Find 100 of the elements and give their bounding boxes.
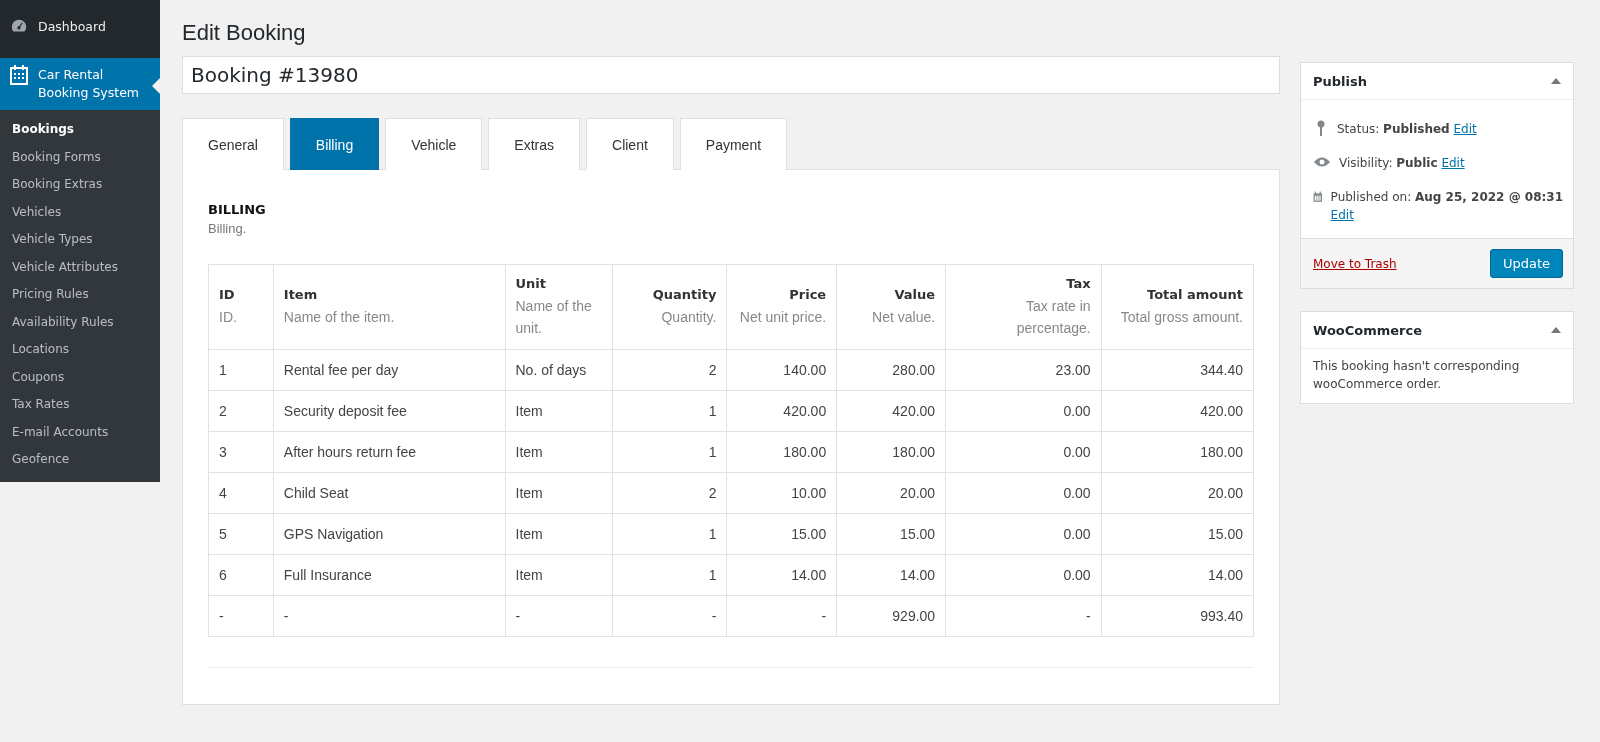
table-cell: 420.00 [1101, 390, 1254, 432]
table-cell: Item [505, 390, 613, 432]
edit-link[interactable]: Edit [1453, 122, 1477, 136]
collapse-icon[interactable] [1551, 78, 1561, 84]
table-cell: - [727, 595, 837, 637]
table-cell: 0.00 [945, 390, 1102, 432]
section-description: Billing. [208, 221, 248, 236]
table-cell: 180.00 [836, 431, 946, 473]
column-header: Unit Name of the unit. [505, 264, 613, 350]
table-cell: 3 [208, 431, 274, 473]
table-cell: - [505, 595, 613, 637]
table-cell: 929.00 [836, 595, 946, 637]
table-cell: 10.00 [727, 472, 837, 514]
table-cell: 140.00 [727, 349, 837, 391]
edit-link[interactable]: Edit [1330, 208, 1354, 222]
table-cell: Full Insurance [273, 554, 505, 596]
table-cell: Item [505, 472, 613, 514]
table-cell: 420.00 [836, 390, 946, 432]
table-cell: 23.00 [945, 349, 1102, 391]
submenu-item[interactable]: Bookings [0, 116, 160, 144]
table-cell: Security deposit fee [273, 390, 505, 432]
column-header: ID ID. [208, 264, 274, 350]
table-cell: 2 [208, 390, 274, 432]
table-cell: - [612, 595, 727, 637]
table-cell: 0.00 [945, 431, 1102, 473]
table-cell: 1 [612, 513, 727, 555]
update-button[interactable]: Update [1489, 249, 1563, 278]
tab[interactable]: Payment [679, 118, 788, 170]
column-header: Quantity Quantity. [612, 264, 727, 350]
title-field[interactable]: Booking #13980 [182, 56, 1280, 94]
submenu-item[interactable]: Vehicle Types [0, 226, 160, 254]
publish-info: Status: Published [1337, 122, 1450, 136]
notice-text: This booking hasn't corresponding wooCommerce order. [1312, 358, 1521, 393]
column-header: Price Net unit price. [727, 264, 837, 350]
table-cell: Item [505, 513, 613, 555]
table-cell: GPS Navigation [273, 513, 505, 555]
publish-info: Published on: Aug 25, 2022 @ 08:31 [1330, 190, 1563, 204]
table-cell: 14.00 [727, 554, 837, 596]
publish-info: Visibility: Public [1339, 156, 1438, 170]
trash-link[interactable]: Move to Trash [1313, 256, 1397, 271]
tab[interactable]: General [182, 118, 284, 170]
calendar-icon [10, 65, 28, 85]
table-cell: Item [505, 554, 613, 596]
table-cell: - [273, 595, 505, 637]
submenu-item[interactable]: Pricing Rules [0, 281, 160, 309]
submenu-item[interactable]: Tax Rates [0, 391, 160, 419]
table-cell: 14.00 [1101, 554, 1254, 596]
tab[interactable]: Client [586, 118, 674, 170]
table-cell: 420.00 [727, 390, 837, 432]
table-cell: - [945, 595, 1102, 637]
table-cell: 15.00 [727, 513, 837, 555]
table-cell: 0.00 [945, 513, 1102, 555]
submenu-item[interactable]: Booking Extras [0, 171, 160, 199]
table-cell: 20.00 [1101, 472, 1254, 514]
submenu-item[interactable]: Vehicle Attributes [0, 253, 160, 281]
table-cell: 0.00 [945, 554, 1102, 596]
table-cell: 1 [612, 390, 727, 432]
section-heading: BILLING [208, 202, 267, 217]
table-cell: 1 [612, 554, 727, 596]
column-header: Item Name of the item. [273, 264, 505, 350]
tab[interactable]: Billing [289, 118, 380, 170]
table-cell: Rental fee per day [273, 349, 505, 391]
panel-title: WooCommerce [1313, 322, 1423, 338]
table-cell: 15.00 [1101, 513, 1254, 555]
table-cell: 4 [208, 472, 274, 514]
table-cell: 15.00 [836, 513, 946, 555]
table-cell: No. of days [505, 349, 613, 391]
table-cell: 5 [208, 513, 274, 555]
table-cell: 2 [612, 349, 727, 391]
table-cell: After hours return fee [273, 431, 505, 473]
menu-item[interactable]: Dashboard [0, 10, 160, 44]
table-cell: 14.00 [836, 554, 946, 596]
table-cell: 0.00 [945, 472, 1102, 514]
submenu-item[interactable]: Booking Forms [0, 143, 160, 171]
table-cell: Child Seat [273, 472, 505, 514]
menu-item[interactable]: Car Rental Booking System [0, 58, 160, 110]
table-cell: 1 [612, 431, 727, 473]
submenu-item[interactable]: Coupons [0, 363, 160, 391]
table-cell: 20.00 [836, 472, 946, 514]
table-cell: 180.00 [727, 431, 837, 473]
submenu-item[interactable]: Vehicles [0, 198, 160, 226]
edit-link[interactable]: Edit [1441, 156, 1465, 170]
table-cell: 2 [612, 472, 727, 514]
table-cell: 993.40 [1101, 595, 1254, 637]
table-cell: 6 [208, 554, 274, 596]
submenu-item[interactable]: Locations [0, 336, 160, 364]
table-cell: - [208, 595, 274, 637]
tab[interactable]: Extras [488, 118, 580, 170]
column-header: Total amount Total gross amount. [1101, 264, 1254, 350]
table-cell: 1 [208, 349, 274, 391]
submenu-item[interactable]: Availability Rules [0, 308, 160, 336]
panel-title: Publish [1313, 73, 1367, 89]
table-cell: 180.00 [1101, 431, 1254, 473]
table-cell: 344.40 [1101, 349, 1254, 391]
submenu-item[interactable]: E-mail Accounts [0, 418, 160, 446]
table-cell: Item [505, 431, 613, 473]
submenu-item[interactable]: Geofence [0, 446, 160, 474]
collapse-icon[interactable] [1551, 327, 1561, 333]
tab[interactable]: Vehicle [385, 118, 483, 170]
column-header: Value Net value. [836, 264, 946, 350]
